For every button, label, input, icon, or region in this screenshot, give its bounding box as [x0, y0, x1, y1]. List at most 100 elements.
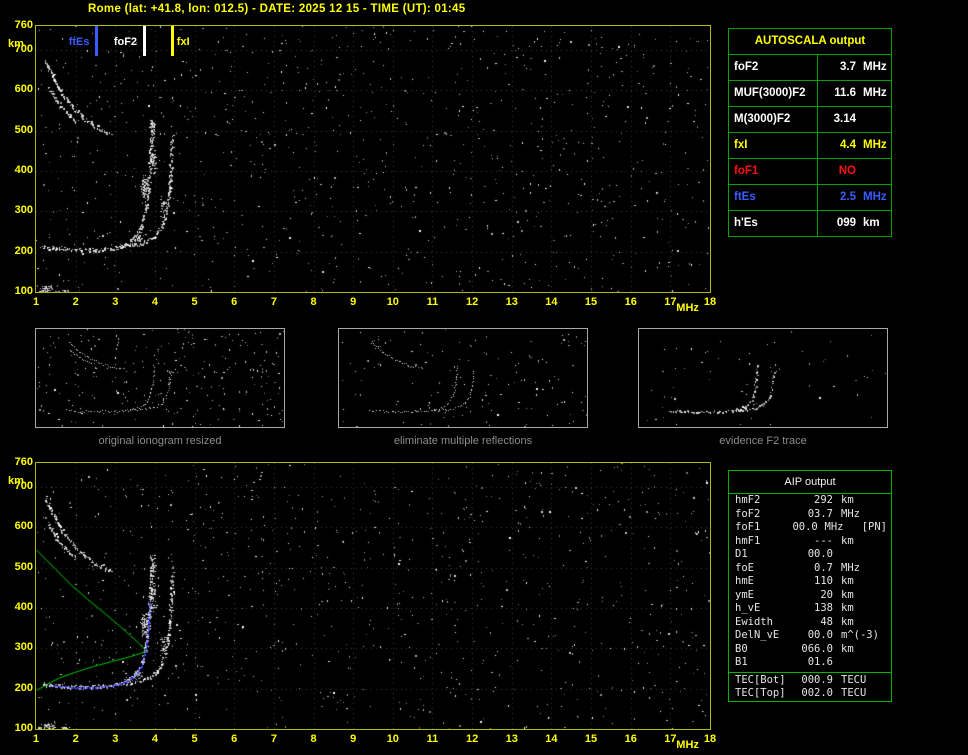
aip-param-name: TEC[Top]: [735, 687, 786, 699]
x-tick-label: 13: [505, 733, 518, 745]
aip-row: TEC[Bot] 000.9 TECU: [729, 674, 891, 688]
x-tick-label: 12: [465, 733, 479, 745]
aip-param-unit: km: [841, 575, 854, 587]
aip-param-name: hmE: [735, 575, 754, 587]
x-tick-label: 10: [386, 296, 399, 308]
aip-col-gap: [833, 589, 841, 603]
autoscala-row-value-cell: 2.5 MHz: [818, 185, 891, 210]
x-axis-unit: MHz: [676, 739, 699, 751]
page-title: Rome (lat: +41.8, lon: 012.5) - DATE: 20…: [88, 3, 466, 15]
ionogram-plot-bottom: [35, 462, 711, 730]
y-tick-label: 600: [14, 83, 33, 96]
aip-param-unit: [841, 656, 885, 670]
x-tick-label: 1: [32, 296, 40, 308]
aip-param-name: DelN_vE: [735, 629, 780, 641]
aip-param-note: [885, 562, 887, 576]
aip-param-note: [885, 629, 887, 643]
autoscala-row-value: 3.7: [840, 61, 856, 73]
aip-param-note: [885, 535, 887, 549]
thumbnail-caption: original ionogram resized: [98, 435, 222, 447]
aip-param-unit: [841, 548, 885, 562]
x-tick-label: 7: [270, 296, 277, 308]
x-tick-label: 3: [112, 296, 119, 308]
aip-param-name: Ewidth: [735, 615, 773, 628]
autoscala-row-value-cell: NO: [818, 159, 891, 184]
aip-col-gap: [833, 575, 841, 589]
aip-param-name: foF1: [735, 521, 761, 533]
autoscala-row-label: fxI: [729, 133, 818, 158]
frequency-markers: ftEs foF2 fxI: [36, 26, 710, 292]
thumbnail-caption: evidence F2 trace: [719, 435, 807, 447]
thumbnail-canvas: [639, 329, 887, 427]
aip-param-unit: km: [841, 494, 854, 506]
autoscala-row-value-cell: 3.14: [818, 107, 891, 132]
autoscala-row-value: 2.5: [840, 191, 856, 203]
x-tick-label: 15: [584, 733, 598, 745]
aip-param-unit: km: [841, 615, 854, 628]
autoscala-row: foF1 NO: [729, 159, 891, 185]
autoscala-app-window: Rome (lat: +41.8, lon: 012.5) - DATE: 20…: [0, 0, 968, 755]
ionogram-plot-top: ftEs foF2 fxI: [35, 25, 711, 293]
aip-param-value: 110: [814, 575, 833, 587]
aip-param-note: [885, 616, 887, 630]
autoscala-row-value-cell: 4.4 MHz: [818, 133, 891, 158]
thumbnail-canvas: [36, 329, 284, 427]
aip-row: ymE 20 km: [729, 589, 891, 603]
aip-param-name: foE: [735, 561, 754, 574]
aip-param-note: [885, 548, 887, 562]
x-tick-label: 14: [545, 733, 558, 745]
x-tick-label: 18: [703, 733, 717, 745]
aip-param-value: ---: [814, 534, 833, 547]
x-tick-label: 4: [151, 733, 158, 745]
aip-param-name: ymE: [735, 588, 754, 601]
aip-param-value: 01.6: [807, 656, 833, 668]
aip-param-note: [885, 508, 887, 522]
y-tick-label: 760: [14, 19, 33, 31]
autoscala-row-unit: MHz: [863, 61, 887, 73]
aip-param-unit: m^(-3): [841, 629, 879, 641]
x-tick-label: 1: [32, 733, 40, 745]
x-tick-label: 2: [72, 733, 79, 745]
aip-col-gap: [833, 548, 841, 562]
aip-param-unit: TECU: [841, 687, 867, 699]
x-tick-label: 3: [112, 733, 119, 745]
autoscala-row-value: NO: [838, 165, 856, 177]
autoscala-row-value: 4.4: [840, 139, 856, 151]
aip-param-value: 00.0: [792, 521, 818, 533]
x-tick-label: 10: [386, 733, 399, 745]
autoscala-row-value-cell: 3.7 MHz: [818, 55, 891, 80]
aip-col-gap: [833, 643, 841, 657]
y-tick-label: 400: [14, 601, 33, 614]
x-tick-label: 15: [584, 296, 598, 308]
x-tick-label: 8: [310, 296, 317, 308]
autoscala-row: ftEs 2.5 MHz: [729, 185, 891, 211]
aip-col-gap: [833, 562, 841, 576]
y-axis-unit: km: [8, 475, 24, 487]
aip-table-header: AIP output: [729, 471, 891, 494]
thumbnail-panel: [638, 328, 888, 428]
aip-param-unit: km: [841, 642, 854, 655]
aip-param-name: B1: [735, 656, 748, 668]
aip-row: TEC[Top] 002.0 TECU: [729, 687, 891, 701]
aip-param-value: 00.0: [807, 548, 833, 560]
aip-param-unit: MHz: [841, 561, 860, 574]
aip-param-value: 138: [814, 602, 833, 614]
aip-param-value: 0.7: [814, 561, 833, 574]
x-tick-label: 14: [545, 296, 558, 308]
x-axis-unit: MHz: [676, 302, 699, 314]
aip-row: D1 00.0: [729, 548, 891, 562]
x-tick-label: 5: [191, 733, 198, 745]
aip-row: DelN_vE 00.0 m^(-3): [729, 629, 891, 643]
x-tick-label: 8: [310, 733, 317, 745]
aip-row: B1 01.6: [729, 656, 891, 670]
autoscala-row-label: M(3000)F2: [729, 107, 818, 132]
aip-row: foF1 00.0 MHz [PN]: [729, 521, 891, 535]
x-tick-label: 6: [231, 733, 238, 745]
aip-param-value: 00.0: [807, 629, 833, 641]
x-tick-label: 11: [426, 733, 439, 745]
autoscala-row-value: 099: [836, 217, 856, 229]
autoscala-row-label: foF2: [729, 55, 818, 80]
aip-param-name: h_vE: [735, 602, 761, 614]
y-tick-label: 500: [14, 123, 33, 136]
y-tick-label: 600: [14, 520, 33, 533]
